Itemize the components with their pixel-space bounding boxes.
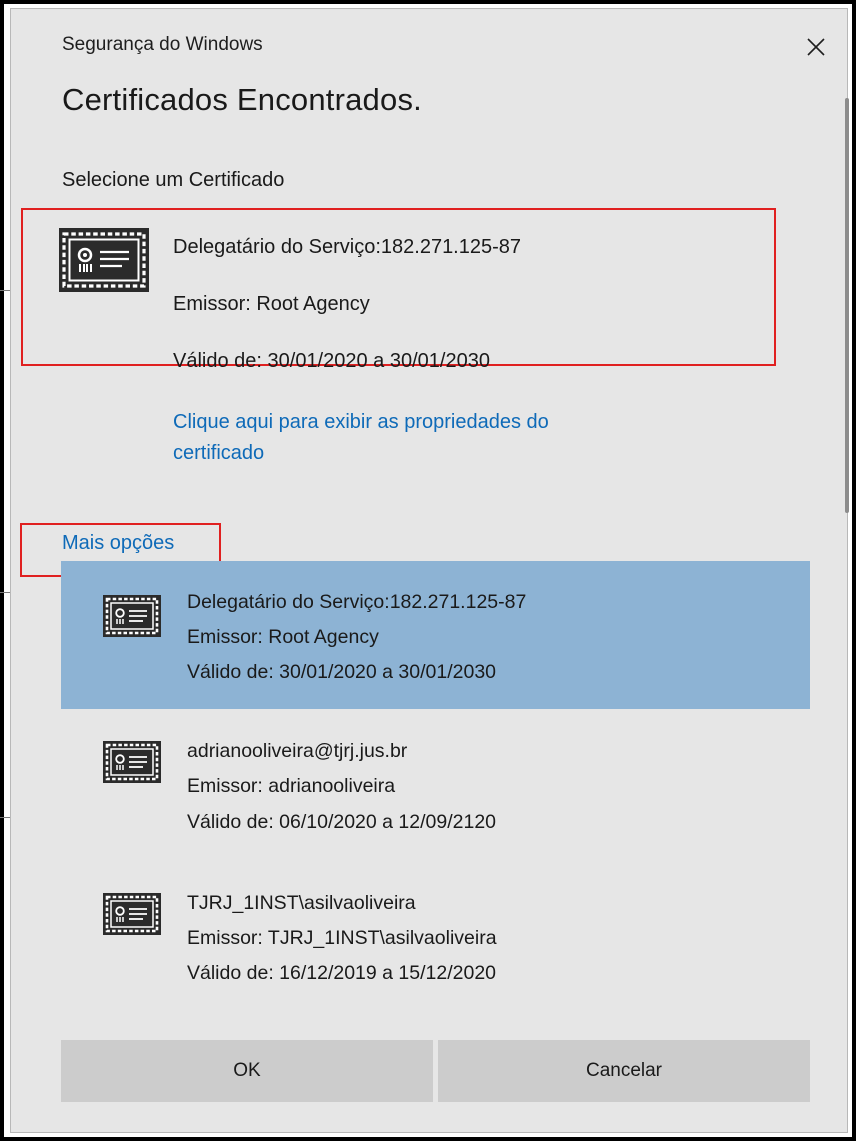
more-options-link[interactable]: Mais opções: [62, 532, 174, 555]
certificate-subject: Delegatário do Serviço:182.271.125-87: [187, 591, 527, 613]
certificate-validity: Válido de: 16/12/2019 a 15/12/2020: [187, 962, 497, 984]
certificate-icon: [59, 228, 149, 292]
certificate-list-item[interactable]: Delegatário do Serviço:182.271.125-87 Em…: [61, 561, 810, 709]
close-icon: [807, 38, 825, 56]
certificate-validity: Válido de: 06/10/2020 a 12/09/2120: [187, 811, 497, 833]
scrollbar-thumb[interactable]: [845, 98, 849, 513]
dialog-subtitle: Selecione um Certificado: [62, 169, 285, 191]
certificate-issuer: Emissor: Root Agency: [187, 626, 379, 648]
dialog-caption: Segurança do Windows: [62, 34, 263, 55]
selected-certificate-issuer: Emissor: Root Agency: [173, 293, 370, 315]
selected-certificate-subject: Delegatário do Serviço:182.271.125-87: [173, 236, 522, 258]
certificate-validity: Válido de: 30/01/2020 a 30/01/2030: [187, 661, 497, 683]
certificate-list-item[interactable]: TJRJ_1INST\asilvaoliveira Emissor: TJRJ_…: [61, 866, 810, 1014]
background-window-line: [0, 592, 10, 593]
close-button[interactable]: [796, 28, 836, 64]
certificate-icon: [103, 741, 161, 783]
certificate-subject: TJRJ_1INST\asilvaoliveira: [187, 892, 416, 914]
properties-link-line2: certificado: [173, 442, 265, 464]
certificate-issuer: Emissor: TJRJ_1INST\asilvaoliveira: [187, 927, 497, 949]
certificate-subject: adrianooliveira@tjrj.jus.br: [187, 740, 408, 762]
properties-link-line1: Clique aqui para exibir as propriedades …: [173, 411, 549, 433]
certificate-icon: [103, 595, 161, 637]
ok-button[interactable]: OK: [61, 1040, 433, 1102]
background-window-line: [0, 817, 10, 818]
selected-certificate-validity: Válido de: 30/01/2020 a 30/01/2030: [173, 350, 490, 372]
certificate-icon: [103, 893, 161, 935]
background-window-line: [0, 290, 10, 291]
certificate-list-item[interactable]: adrianooliveira@tjrj.jus.br Emissor: adr…: [61, 709, 810, 857]
cancel-button[interactable]: Cancelar: [438, 1040, 810, 1102]
view-certificate-properties-link[interactable]: Clique aqui para exibir as propriedades …: [173, 407, 693, 469]
certificate-issuer: Emissor: adrianooliveira: [187, 775, 396, 797]
dialog-title: Certificados Encontrados.: [62, 82, 422, 117]
